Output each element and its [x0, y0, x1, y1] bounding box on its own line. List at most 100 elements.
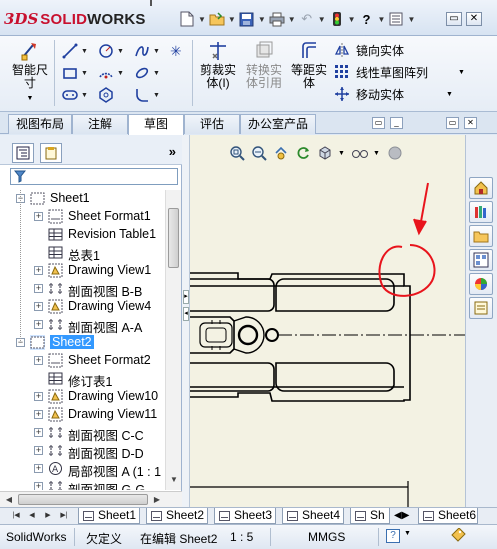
tree-item[interactable]: + A 局部视图 A (1 : 1 — [0, 460, 165, 479]
sheet-tab-4[interactable]: Sheet4 — [282, 508, 344, 524]
open-folder-icon[interactable] — [208, 10, 226, 28]
tab-annotation[interactable]: 注解 — [72, 114, 128, 134]
print-icon[interactable] — [268, 10, 286, 28]
expand-icon[interactable]: + — [34, 392, 43, 401]
tree-item[interactable]: 总表1 — [0, 244, 165, 263]
offset-entities-button[interactable]: 等距实 体 — [288, 40, 330, 90]
status-units[interactable]: MMGS — [308, 530, 345, 544]
feature-tree-filter[interactable] — [10, 168, 178, 185]
rectangle-tool-button[interactable]: ▼ — [62, 64, 96, 82]
print-dropdown-icon[interactable]: ▼ — [288, 15, 296, 24]
ellipse-tool-button[interactable]: ▼ — [134, 64, 168, 82]
vertical-scroll-thumb[interactable] — [168, 208, 179, 268]
convert-entities-button[interactable]: 转换实 体引用 — [243, 40, 285, 90]
linear-pattern-button[interactable]: 线性草图阵列 ▼ — [334, 62, 465, 82]
circle-tool-button[interactable]: ▼ — [98, 42, 132, 60]
expand-icon[interactable]: + — [34, 266, 43, 275]
undo-icon[interactable]: ↶ — [298, 10, 316, 28]
status-sheet-scale[interactable]: 1 : 5 — [230, 530, 253, 544]
design-library-icon[interactable] — [469, 201, 493, 223]
tree-item[interactable]: + Sheet Format1 — [0, 208, 165, 226]
tree-item[interactable]: + 剖面视图 D-D — [0, 442, 165, 461]
tree-item[interactable]: + Drawing View10 — [0, 388, 165, 406]
expand-icon[interactable]: + — [34, 410, 43, 419]
scroll-right-arrow[interactable]: ▶ — [150, 493, 164, 507]
tree-item[interactable]: − Sheet1 — [0, 190, 165, 208]
close-button[interactable]: ✕ — [466, 12, 482, 26]
collapse-left-icon[interactable]: ▸ — [183, 290, 189, 304]
restore-icon[interactable]: ▭ — [372, 117, 385, 129]
sheet-tab-2[interactable]: Sheet2 — [146, 508, 208, 524]
expand-icon[interactable]: + — [34, 446, 43, 455]
linear-pattern-dropdown-icon[interactable]: ▼ — [458, 69, 465, 76]
tree-item[interactable]: + Drawing View11 — [0, 406, 165, 424]
expand-icon[interactable]: + — [34, 212, 43, 221]
smart-dimension-button[interactable]: 智能尺 寸 ▼ — [10, 40, 50, 105]
arc-tool-button[interactable]: ▼ — [98, 64, 132, 82]
tag-icon[interactable] — [450, 527, 466, 547]
tab-sketch[interactable]: 草图 — [128, 114, 184, 135]
line-tool-button[interactable]: ▼ — [62, 42, 96, 60]
open-dropdown-icon[interactable]: ▼ — [228, 15, 236, 24]
tree-item[interactable]: + 剖面视图 A-A — [0, 316, 165, 335]
options-icon[interactable] — [387, 10, 405, 28]
appearances-icon[interactable] — [469, 273, 493, 295]
panel-splitter[interactable]: ▸ ◂ — [182, 135, 190, 507]
quick-tips-icon[interactable]: ? — [386, 529, 400, 543]
save-icon[interactable] — [238, 10, 256, 28]
doc-close-icon[interactable]: ✕ — [464, 117, 477, 129]
trim-entities-button[interactable]: 剪裁实 体(I) — [196, 40, 240, 90]
last-sheet-arrow[interactable]: ▶| — [58, 509, 70, 522]
solidworks-resources-icon[interactable] — [469, 177, 493, 199]
rebuild-icon[interactable] — [328, 10, 346, 28]
tree-item[interactable]: − Sheet2 — [0, 334, 165, 352]
save-dropdown-icon[interactable]: ▼ — [258, 15, 266, 24]
spline-tool-button[interactable]: ▼ — [134, 42, 168, 60]
collapse-right-icon[interactable]: ◂ — [183, 307, 189, 321]
rebuild-dropdown-icon[interactable]: ▼ — [348, 15, 356, 24]
horizontal-scroll-thumb[interactable] — [18, 494, 148, 505]
tree-item[interactable]: + Drawing View1 — [0, 262, 165, 280]
tree-item[interactable]: + 剖面视图 C-C — [0, 424, 165, 443]
new-dropdown-icon[interactable]: ▼ — [198, 15, 206, 24]
expand-icon[interactable]: + — [34, 428, 43, 437]
new-document-icon[interactable] — [178, 10, 196, 28]
move-entities-button[interactable]: 移动实体 ▼ — [334, 84, 453, 104]
scroll-left-arrow[interactable]: ◀ — [2, 493, 16, 507]
view-palette-icon[interactable] — [469, 249, 493, 271]
help-icon[interactable]: ? — [358, 10, 376, 28]
panel-expand-chevron[interactable]: » — [169, 144, 176, 159]
custom-properties-icon[interactable] — [469, 297, 493, 319]
minimize-button[interactable]: ▭ — [446, 12, 462, 26]
prev-sheet-arrow[interactable]: ◀ — [26, 509, 38, 522]
next-sheet-arrow[interactable]: ▶ — [42, 509, 54, 522]
sheet-tabs-scroll-arrow[interactable]: ◀▶ — [394, 510, 412, 522]
tab-office-products[interactable]: 办公室产品 — [240, 114, 316, 134]
mirror-entities-button[interactable]: 镜向实体 — [334, 40, 404, 60]
file-explorer-icon[interactable] — [469, 225, 493, 247]
sheet-tab-1[interactable]: Sheet1 — [78, 508, 140, 524]
tab-evaluate[interactable]: 评估 — [184, 114, 240, 134]
expand-icon[interactable]: + — [34, 320, 43, 329]
polygon-tool-button[interactable] — [98, 86, 132, 104]
expand-icon[interactable]: + — [34, 284, 43, 293]
feature-tree-tab-icon[interactable] — [12, 143, 34, 163]
sheet-tab-5[interactable]: Sh — [350, 508, 390, 524]
drawing-canvas[interactable]: ▼ ▼ — [190, 135, 465, 507]
tree-item[interactable]: + 剖面视图 G-G — [0, 478, 165, 490]
expand-icon[interactable]: + — [34, 464, 43, 473]
help-dropdown-icon[interactable]: ▼ — [378, 15, 386, 24]
move-dropdown-icon[interactable]: ▼ — [446, 91, 453, 98]
smart-dimension-dropdown-icon[interactable]: ▼ — [10, 92, 50, 105]
first-sheet-arrow[interactable]: |◀ — [10, 509, 22, 522]
minimize-icon[interactable]: _ — [390, 117, 403, 129]
options-dropdown-icon[interactable]: ▼ — [407, 15, 415, 24]
expand-icon[interactable]: + — [34, 302, 43, 311]
tree-item[interactable]: + Drawing View4 — [0, 298, 165, 316]
slot-tool-button[interactable]: ▼ — [62, 86, 96, 104]
fillet-tool-button[interactable]: ▼ — [134, 86, 168, 104]
tree-item[interactable]: 修订表1 — [0, 370, 165, 389]
sheet-tab-3[interactable]: Sheet3 — [214, 508, 276, 524]
tree-vertical-scrollbar[interactable]: ▼ — [165, 190, 181, 490]
sheet-tab-6[interactable]: Sheet6 — [418, 508, 478, 524]
